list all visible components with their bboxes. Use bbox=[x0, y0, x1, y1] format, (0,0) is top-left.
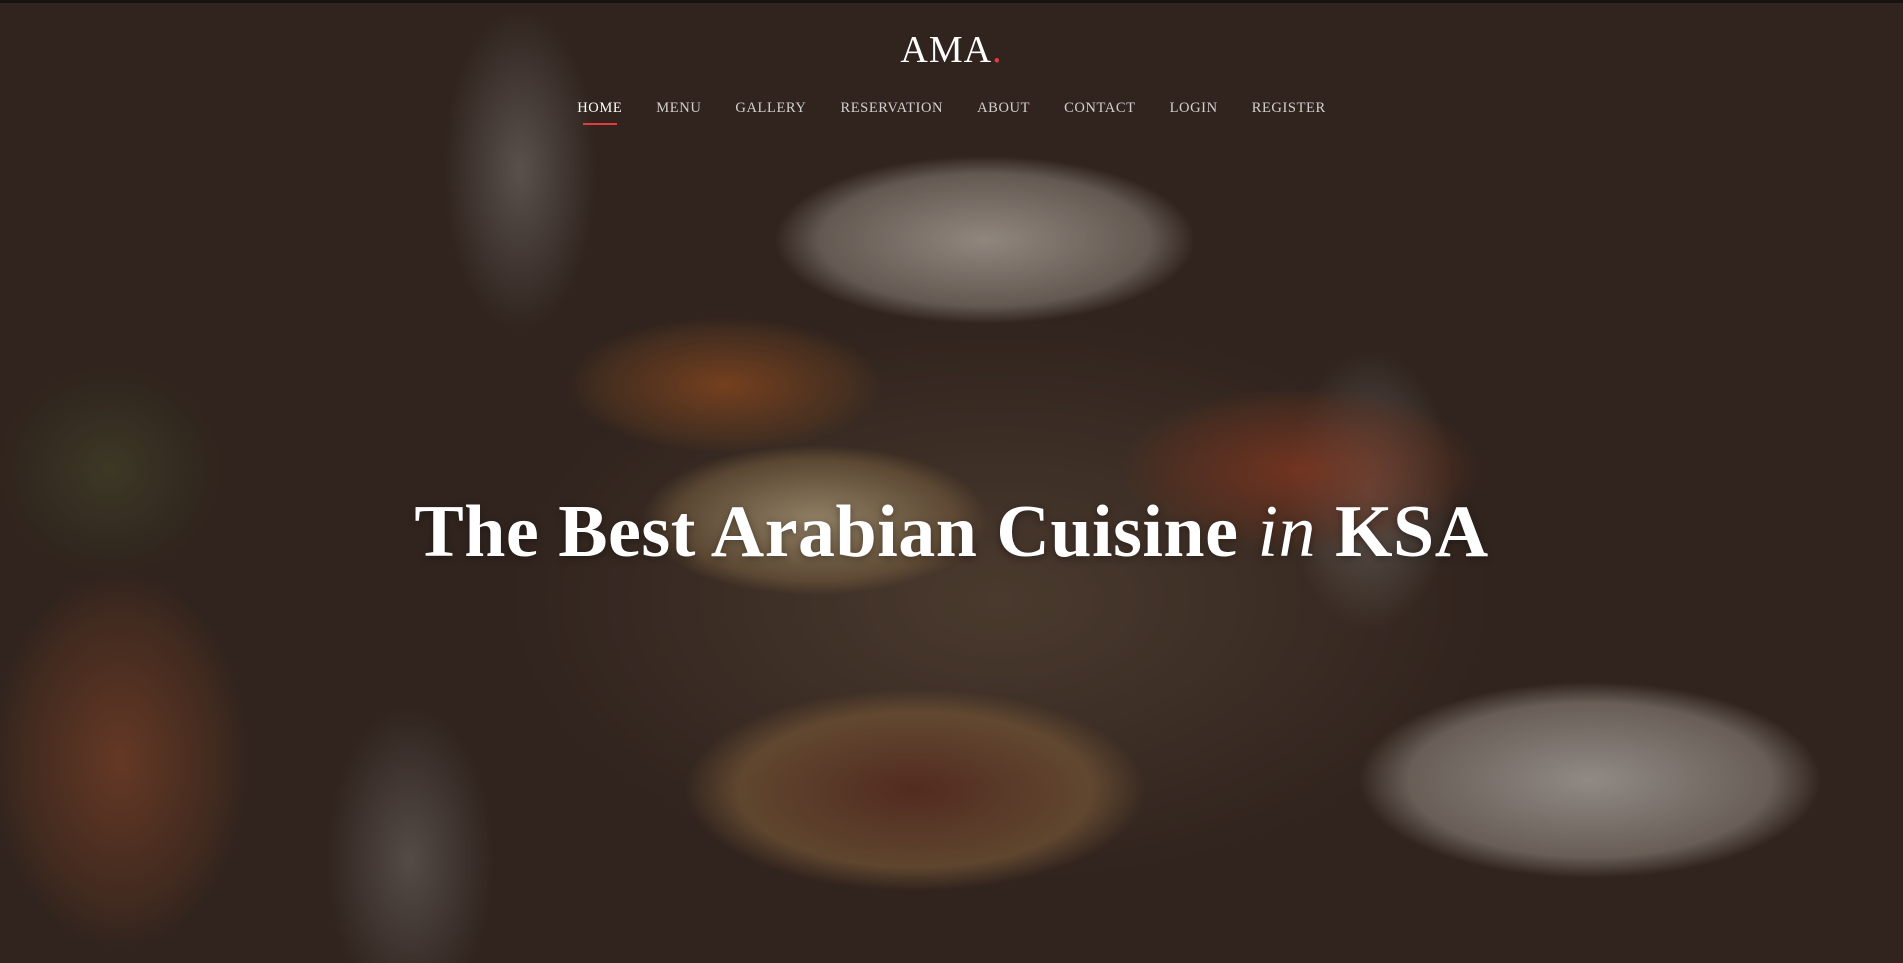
brand-name: AMA bbox=[900, 29, 993, 71]
nav-item-contact[interactable]: CONTACT bbox=[1047, 100, 1153, 117]
headline-main: The Best Arabian Cuisine bbox=[414, 490, 1239, 573]
hero-section: AMA. HOME MENU GALLERY RESERVATION ABOUT… bbox=[0, 0, 1903, 963]
nav-item-menu[interactable]: MENU bbox=[639, 100, 718, 117]
nav-item-login[interactable]: LOGIN bbox=[1153, 100, 1235, 117]
hero-headline: The Best Arabian Cuisine in KSA bbox=[0, 490, 1903, 575]
main-nav: HOME MENU GALLERY RESERVATION ABOUT CONT… bbox=[0, 100, 1903, 117]
hero-background-photo bbox=[0, 0, 1903, 963]
brand-logo[interactable]: AMA. bbox=[0, 28, 1903, 72]
headline-end: KSA bbox=[1335, 490, 1489, 573]
brand-dot: . bbox=[992, 29, 1003, 71]
nav-item-home[interactable]: HOME bbox=[560, 100, 639, 117]
nav-item-gallery[interactable]: GALLERY bbox=[718, 100, 823, 117]
headline-italic: in bbox=[1257, 490, 1316, 573]
nav-item-register[interactable]: REGISTER bbox=[1235, 100, 1343, 117]
nav-item-about[interactable]: ABOUT bbox=[960, 100, 1047, 117]
nav-item-reservation[interactable]: RESERVATION bbox=[823, 100, 960, 117]
